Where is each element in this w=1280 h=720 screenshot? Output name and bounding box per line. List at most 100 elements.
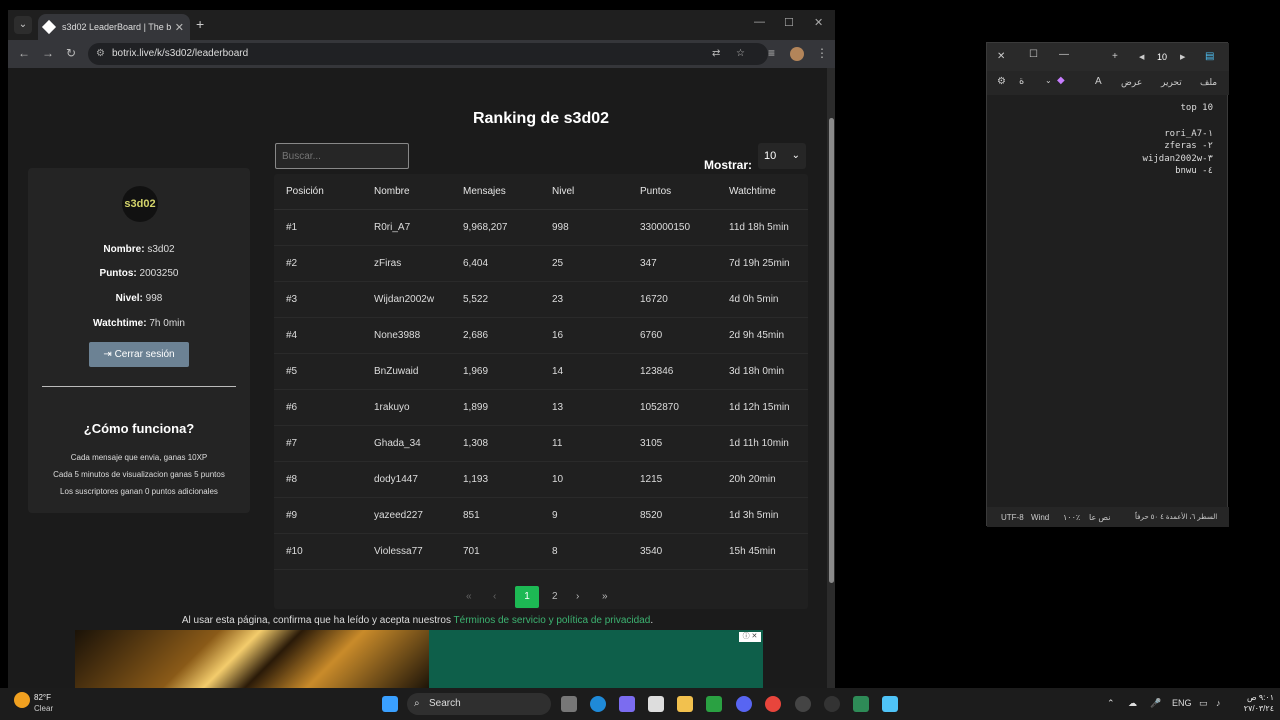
network-icon[interactable]: ▭ [1199, 698, 1208, 709]
notepad-window: ✕ ☐ — + ◀ 10 ▶ ▤ ⚙ ة ⌄ ◆ A عرض تحرير ملف… [986, 42, 1229, 527]
weather-condition[interactable]: Clear [34, 704, 53, 713]
ad-banner[interactable]: ⓘ ✕ [75, 630, 763, 688]
start-icon[interactable] [382, 696, 398, 712]
table-cell: #2 [286, 258, 298, 269]
tray-chevron-icon[interactable]: ⌃ [1107, 698, 1115, 709]
last-page-icon[interactable]: » [602, 586, 608, 608]
table-cell: 16720 [640, 294, 668, 305]
table-row: #3 Wijdan2002w 5,522 23 16720 4d 0h 5min [274, 282, 808, 318]
mic-icon[interactable]: 🎤 [1150, 698, 1161, 709]
logout-button[interactable]: ⇥ Cerrar sesión [89, 342, 189, 367]
table-cell: 11 [552, 438, 563, 449]
menu-file[interactable]: ملف [1200, 77, 1217, 88]
maximize-icon[interactable]: ☐ [784, 16, 794, 29]
close-icon[interactable]: ✕ [997, 51, 1005, 62]
col-header[interactable]: Nivel [552, 186, 574, 197]
tab-left-icon[interactable]: ◀ [1139, 53, 1144, 61]
table-cell: 330000150 [640, 222, 691, 233]
menu-view[interactable]: عرض [1121, 77, 1142, 88]
table-cell: 1215 [640, 474, 663, 485]
forward-icon[interactable]: → [42, 46, 54, 60]
col-header[interactable]: Mensajes [463, 186, 506, 197]
file-explorer-icon[interactable] [677, 696, 693, 712]
language-indicator[interactable]: ENG [1172, 698, 1192, 708]
profile-avatar[interactable] [790, 47, 804, 61]
edge-icon[interactable] [590, 696, 606, 712]
xbox-icon[interactable] [706, 696, 722, 712]
new-tab-icon[interactable]: + [1112, 51, 1118, 62]
table-cell: 14 [552, 366, 564, 377]
maximize-icon[interactable]: ☐ [1029, 49, 1038, 60]
browser-toolbar: ← → ↻ ⚙ botrix.live/k/s3d02/leaderboard … [8, 40, 835, 68]
tab-right-icon[interactable]: ▶ [1180, 53, 1185, 61]
tab-leaderboard[interactable]: s3d02 LeaderBoard | The best C ✕ [38, 14, 190, 40]
store-icon[interactable] [648, 696, 664, 712]
notepad-taskbar-icon[interactable] [882, 696, 898, 712]
prev-page-icon[interactable]: ‹ [493, 586, 496, 608]
tab-number[interactable]: 10 [1157, 52, 1167, 62]
page-2-button[interactable]: 2 [552, 586, 558, 608]
volume-icon[interactable]: ♪ [1216, 698, 1221, 708]
table-cell: 7d 19h 25min [729, 258, 790, 269]
table-cell: 15h 45min [729, 546, 776, 557]
status-encoding: UTF-8 [1001, 513, 1024, 522]
table-cell: 2d 9h 45min [729, 330, 785, 341]
new-tab-icon[interactable]: + [196, 16, 204, 32]
settings-icon[interactable] [795, 696, 811, 712]
page-1-button[interactable]: 1 [515, 586, 539, 608]
kick-icon[interactable] [853, 696, 869, 712]
taskbar-search[interactable]: ⌕ Search [407, 693, 551, 715]
table-cell: 3105 [640, 438, 663, 449]
terms-link[interactable]: Términos de servicio y política de priva… [454, 615, 651, 626]
weather-temp[interactable]: 82°F [34, 693, 51, 702]
font-icon[interactable]: A [1095, 76, 1102, 87]
menu-kebab-icon[interactable]: ⋮ [816, 46, 828, 60]
format-icon[interactable]: ة [1019, 76, 1024, 87]
chrome-icon[interactable] [765, 696, 781, 712]
taskbar-search-label: Search [429, 698, 461, 709]
menu-edit[interactable]: تحرير [1161, 77, 1182, 88]
col-header[interactable]: Watchtime [729, 186, 776, 197]
tab-close-icon[interactable]: ✕ [175, 21, 184, 34]
task-view-icon[interactable] [561, 696, 577, 712]
media-icon[interactable]: ≡ [768, 46, 775, 60]
copilot-icon[interactable]: ◆ [1057, 75, 1065, 86]
tab-search-icon[interactable]: ⌄ [14, 16, 32, 34]
editor-line: rori_A7-١ [1164, 129, 1213, 139]
close-window-icon[interactable]: ✕ [814, 16, 823, 29]
table-cell: 1,899 [463, 402, 489, 413]
site-info-icon[interactable]: ⚙ [96, 43, 105, 65]
settings-icon[interactable]: ⚙ [997, 76, 1006, 87]
copilot-icon[interactable] [619, 696, 635, 712]
taskbar: 82°F Clear ⌕ Search ⌃ ☁ 🎤 ENG ▭ ♪ ٩:٠١ ص… [0, 688, 1280, 720]
minimize-icon[interactable]: — [754, 16, 765, 28]
next-page-icon[interactable]: › [576, 586, 579, 608]
back-icon[interactable]: ← [18, 46, 30, 60]
translate-icon[interactable]: ⇄ [712, 43, 720, 65]
reload-icon[interactable]: ↻ [66, 46, 76, 60]
weather-icon[interactable] [14, 692, 30, 708]
col-header[interactable]: Puntos [640, 186, 671, 197]
clock[interactable]: ٩:٠١ ص ٢٧/٠٣/٢٤ [1234, 692, 1274, 714]
onedrive-icon[interactable]: ☁ [1128, 698, 1137, 709]
ad-close-icon[interactable]: ⓘ ✕ [739, 632, 761, 642]
col-header[interactable]: Nombre [374, 186, 410, 197]
channel-logo: s3d02 [122, 186, 158, 222]
table-cell: #3 [286, 294, 298, 305]
site-favicon-icon [41, 19, 57, 35]
address-bar[interactable]: ⚙ botrix.live/k/s3d02/leaderboard ⇄ ☆ [88, 43, 768, 65]
col-header[interactable]: Posición [286, 186, 324, 197]
search-input[interactable] [275, 143, 409, 169]
editor-line: bnwu -٤ [1175, 166, 1213, 176]
app-icon[interactable] [824, 696, 840, 712]
first-page-icon[interactable]: « [466, 586, 472, 608]
table-cell: None3988 [374, 330, 421, 341]
show-count-select[interactable]: 10 ⌄ [758, 143, 806, 169]
table-cell: 1d 3h 5min [729, 510, 779, 521]
page-scrollbar[interactable] [827, 68, 835, 688]
minimize-icon[interactable]: — [1059, 49, 1069, 60]
scroll-thumb[interactable] [829, 118, 834, 583]
bookmark-star-icon[interactable]: ☆ [736, 43, 745, 65]
discord-icon[interactable] [736, 696, 752, 712]
chevron-down-icon[interactable]: ⌄ [1045, 76, 1052, 85]
